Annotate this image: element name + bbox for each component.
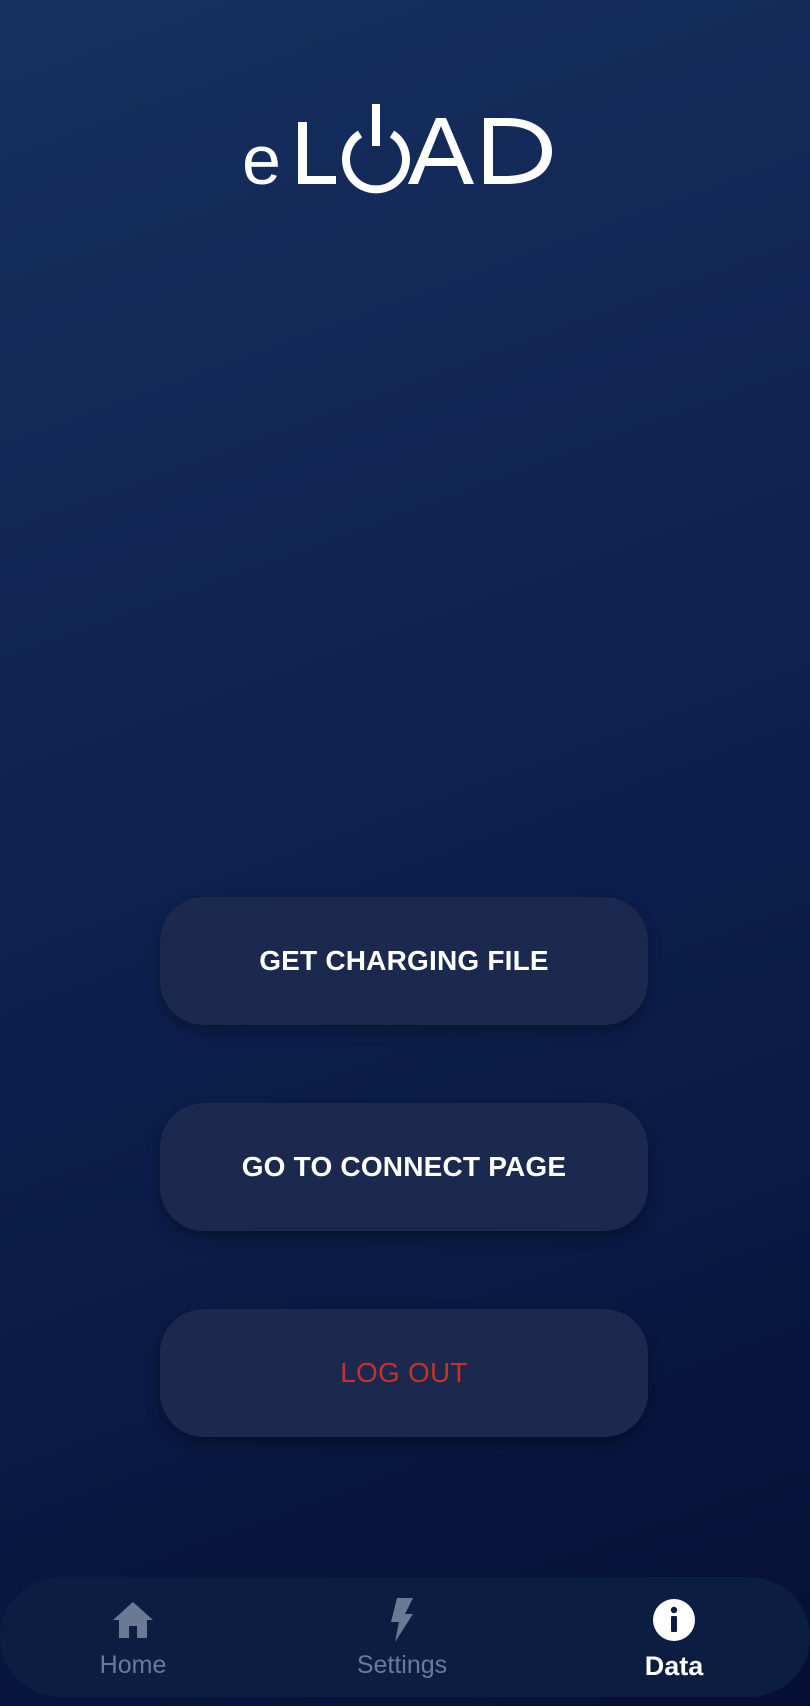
nav-item-settings[interactable]: Settings — [302, 1577, 502, 1697]
nav-item-home[interactable]: Home — [33, 1577, 233, 1697]
info-icon — [652, 1597, 696, 1643]
log-out-label: LOG OUT — [340, 1357, 468, 1388]
nav-label-data: Data — [644, 1651, 704, 1681]
home-icon — [111, 1597, 155, 1643]
bottom-navigation-bar: Home Settings Data — [0, 1577, 810, 1697]
get-charging-file-label: GET CHARGING FILE — [259, 945, 549, 976]
log-out-button[interactable]: LOG OUT — [160, 1309, 648, 1437]
svg-text:e: e — [242, 121, 281, 199]
eload-logo: e — [0, 92, 810, 202]
lightning-bolt-icon — [389, 1597, 415, 1643]
go-to-connect-page-button[interactable]: GO TO CONNECT PAGE — [160, 1103, 648, 1231]
go-to-connect-page-label: GO TO CONNECT PAGE — [241, 1151, 567, 1182]
nav-label-settings: Settings — [356, 1651, 448, 1679]
nav-label-home: Home — [99, 1651, 167, 1679]
nav-item-data[interactable]: Data — [574, 1577, 774, 1697]
get-charging-file-button[interactable]: GET CHARGING FILE — [160, 897, 648, 1025]
eload-logo-graphic: e — [242, 104, 552, 199]
